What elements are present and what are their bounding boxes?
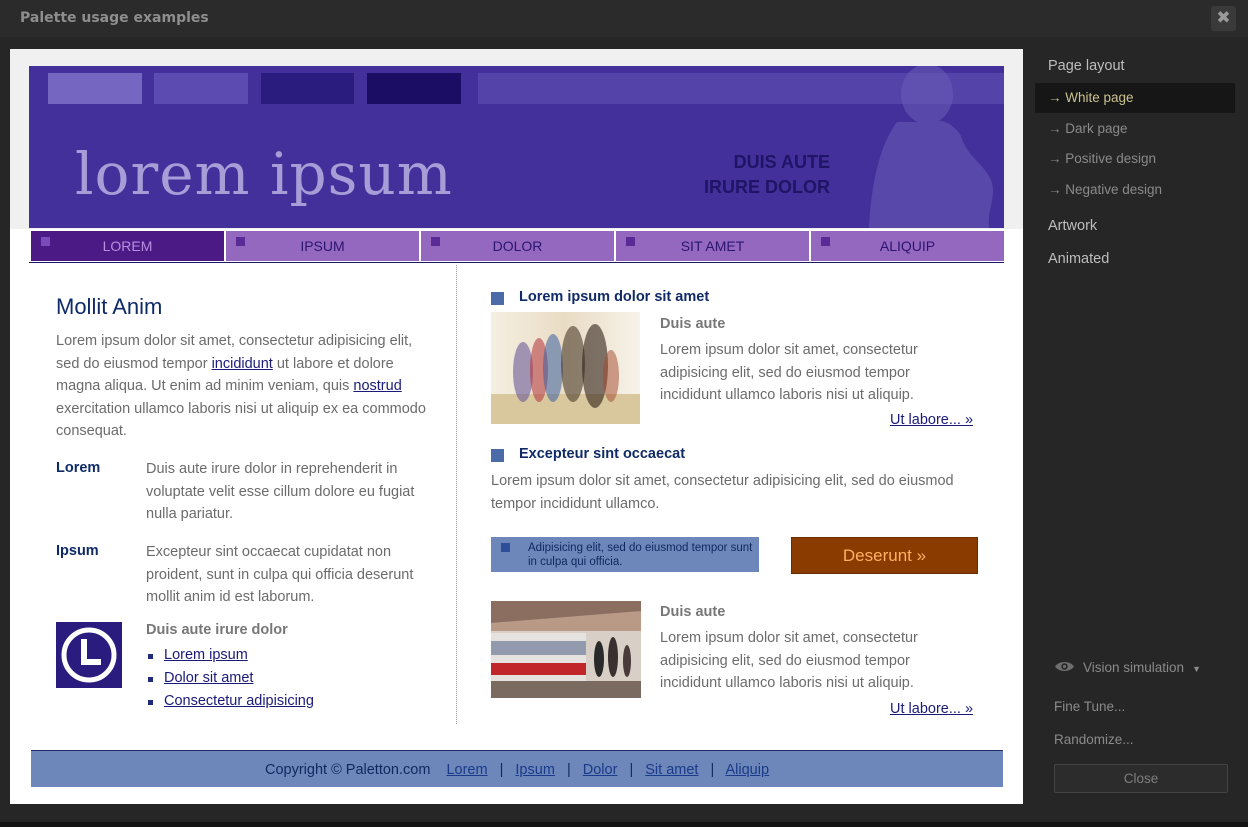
banner-block [261,73,354,104]
vision-simulation-dropdown[interactable]: Vision simulation ▼ [1054,660,1201,676]
artwork-heading[interactable]: Artwork [1048,218,1097,234]
dialog-titlebar: Palette usage examples ✖ [0,0,1248,37]
layout-positive-design[interactable]: → Positive design [1035,144,1235,174]
banner-block [48,73,142,104]
callout-square-icon [501,543,510,552]
item-text: Lorem ipsum dolor sit amet, consectetur … [660,342,918,403]
layout-dark-page[interactable]: → Dark page [1035,114,1235,144]
bullet-icon [148,654,153,659]
main-nav: LOREM IPSUM DOLOR SIT AMET ALIQUIP [29,230,1004,263]
item-subtitle: Duis aute [660,316,726,332]
nav-square-icon [41,237,50,246]
nav-label: ALIQUIP [879,238,936,254]
footer-link-sit-amet[interactable]: Sit amet [645,762,698,778]
nav-item-ipsum[interactable]: IPSUM [226,231,419,261]
nostrud-link[interactable]: nostrud [353,378,401,394]
randomize-link[interactable]: Randomize... [1054,732,1134,747]
list-link[interactable]: Lorem ipsum [164,647,248,663]
crowd-photo [491,312,640,424]
clock-logo-icon [56,622,122,688]
nav-label: SIT AMET [680,238,745,254]
nav-label: LOREM [102,238,153,254]
header-banner: lorem ipsum DUIS AUTE IRURE DOLOR [29,66,1004,228]
list-link[interactable]: Dolor sit amet [164,670,253,686]
footer-separator: | [499,762,504,778]
nav-square-icon [431,237,440,246]
footer-link-lorem[interactable]: Lorem [446,762,487,778]
header-tagline: DUIS AUTE IRURE DOLOR [704,150,830,200]
intro-paragraph: Lorem ipsum dolor sit amet, consectetur … [56,330,436,443]
list-item: Lorem ipsum [146,644,314,667]
list-item: Consectetur adipisicing [146,690,314,713]
banner-block [154,73,248,104]
palette-dialog: Palette usage examples ✖ lorem ipsum DUI… [0,0,1248,822]
footer-link-aliquip[interactable]: Aliquip [725,762,769,778]
list-link[interactable]: Consectetur adipisicing [164,693,314,709]
links-title: Duis aute irure dolor [146,622,288,638]
column-divider [456,265,457,724]
site-logo-text: lorem ipsum [75,140,453,208]
section-square-icon [491,449,504,462]
animated-heading[interactable]: Animated [1048,251,1109,267]
list-item: Dolor sit amet [146,667,314,690]
definition-term: Lorem [56,460,101,476]
item-text: Lorem ipsum dolor sit amet, consectetur … [660,630,918,691]
footer-separator: | [710,762,715,778]
tagline-line: DUIS AUTE [733,152,830,172]
page-layout-heading[interactable]: Page layout [1048,58,1125,74]
eye-icon [1054,660,1075,676]
incididunt-link[interactable]: incididunt [212,356,273,372]
footer-link-ipsum[interactable]: Ipsum [515,762,555,778]
section-text: Lorem ipsum dolor sit amet, consectetur … [491,473,954,512]
dialog-title: Palette usage examples [20,10,209,26]
tagline-line: IRURE DOLOR [704,177,830,197]
vision-label: Vision simulation [1083,660,1185,675]
chevron-down-icon: ▼ [1192,664,1201,674]
close-icon[interactable]: ✖ [1211,6,1236,31]
nav-item-sit-amet[interactable]: SIT AMET [616,231,809,261]
left-heading: Mollit Anim [56,294,163,319]
layout-negative-design[interactable]: → Negative design [1035,175,1235,205]
nav-square-icon [626,237,635,246]
nav-label: DOLOR [492,238,543,254]
page-footer: Copyright © Paletton.com Lorem | Ipsum |… [31,750,1003,787]
bullet-icon [148,700,153,705]
nav-label: IPSUM [300,238,345,254]
definition-term: Ipsum [56,543,99,559]
intro-text: exercitation ullamco laboris nisi ut ali… [56,400,426,440]
bullet-icon [148,677,153,682]
layout-white-page[interactable]: → White page [1035,83,1235,113]
nav-item-lorem[interactable]: LOREM [31,231,224,261]
definition-text: Excepteur sint occaecat cupidatat non pr… [146,544,414,605]
footer-separator: | [629,762,634,778]
read-more-link[interactable]: Ut labore... » [890,412,973,428]
read-more-link[interactable]: Ut labore... » [890,701,973,717]
footer-link-dolor[interactable]: Dolor [583,762,618,778]
section-title: Lorem ipsum dolor sit amet [519,289,710,305]
section-square-icon [491,292,504,305]
preview-page: lorem ipsum DUIS AUTE IRURE DOLOR LOREM … [10,49,1023,804]
silhouette-artwork [869,66,994,228]
links-list: Lorem ipsum Dolor sit amet Consectetur a… [146,644,314,713]
section-title: Excepteur sint occaecat [519,446,686,462]
item-subtitle: Duis aute [660,604,726,620]
copyright-text: Copyright © Paletton.com [264,762,431,778]
nav-square-icon [821,237,830,246]
footer-separator: | [566,762,571,778]
callout-box: Adipisicing elit, sed do eiusmod tempor … [491,537,759,572]
definition-text: Duis aute irure dolor in reprehenderit i… [146,461,415,522]
callout-text: Adipisicing elit, sed do eiusmod tempor … [528,542,753,568]
fine-tune-link[interactable]: Fine Tune... [1054,699,1125,714]
deserunt-button[interactable]: Deserunt » [791,537,978,574]
banner-block [367,73,461,104]
nav-square-icon [236,237,245,246]
close-button[interactable]: Close [1054,764,1228,793]
nav-item-dolor[interactable]: DOLOR [421,231,614,261]
nav-item-aliquip[interactable]: ALIQUIP [811,231,1004,261]
train-photo [491,601,641,698]
